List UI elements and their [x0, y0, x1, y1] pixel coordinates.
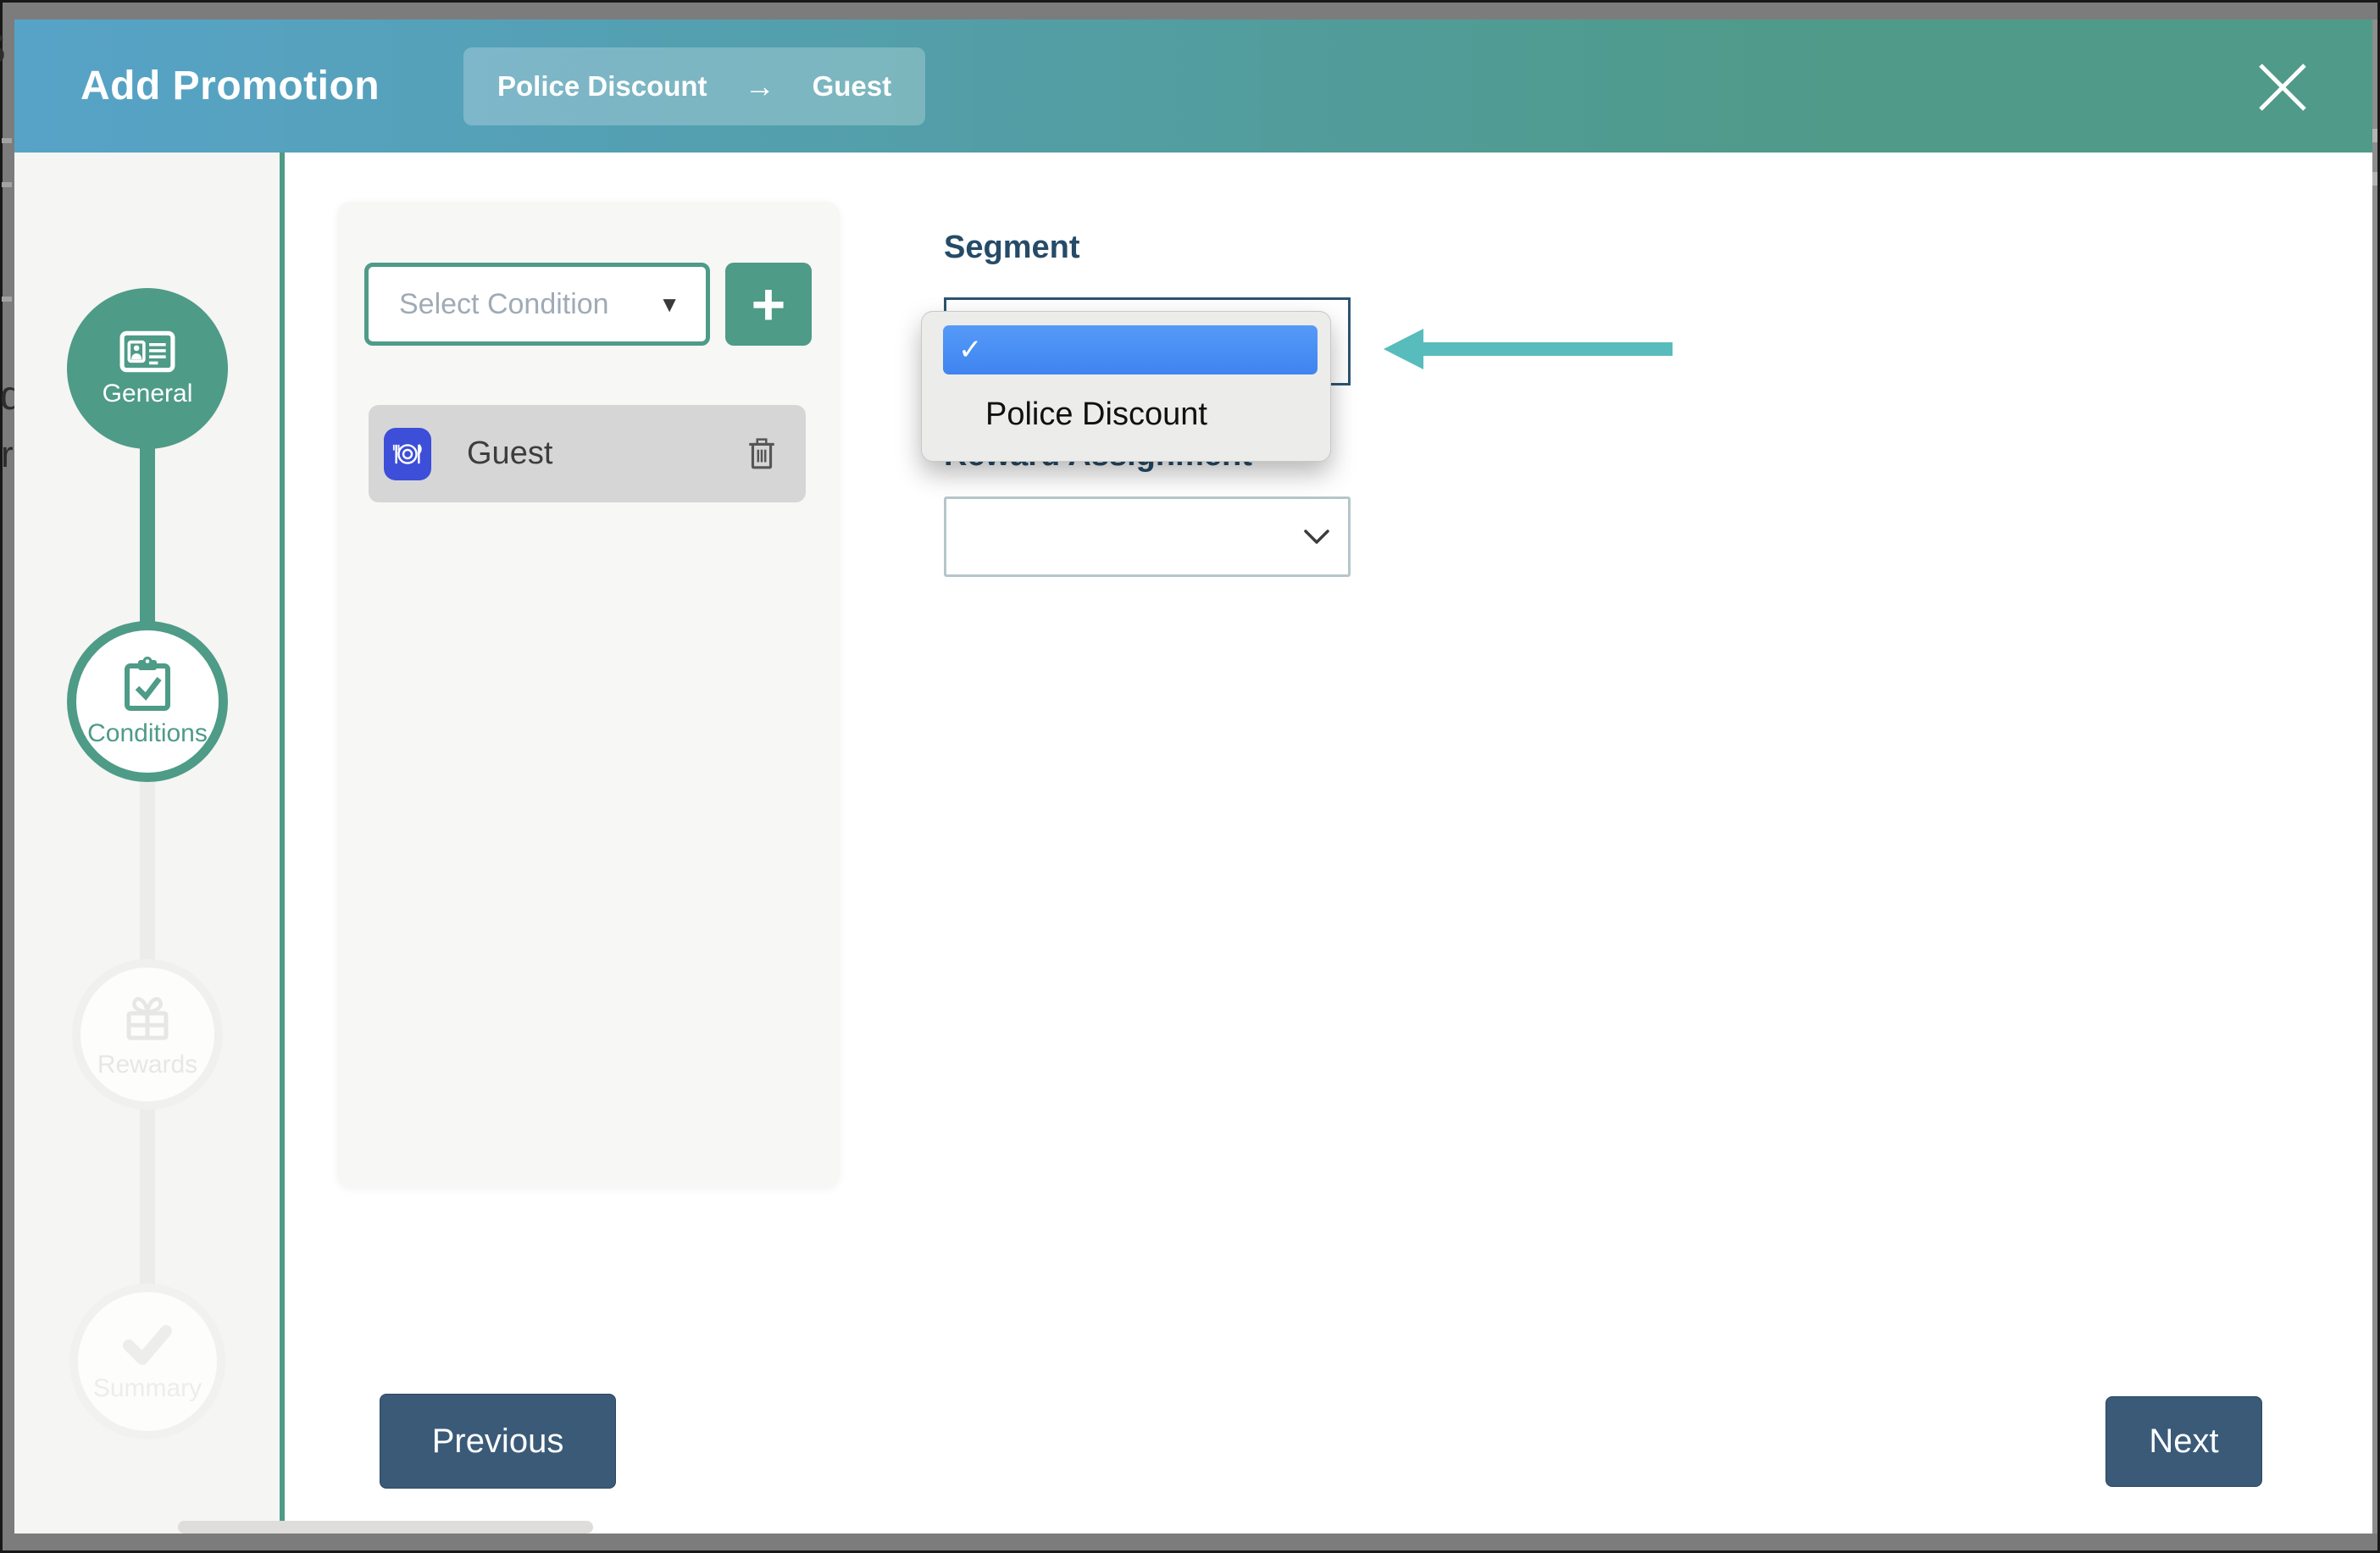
stepper-step-summary[interactable]: Summary: [69, 1284, 225, 1439]
modal-header: Add Promotion Police Discount → Guest: [14, 19, 2372, 153]
condition-item-label: Guest: [467, 435, 746, 472]
stepper-step-rewards[interactable]: Rewards: [72, 959, 223, 1110]
stepper-step-label: Conditions: [87, 721, 208, 746]
next-button[interactable]: Next: [2105, 1396, 2262, 1487]
caret-down-icon: ▼: [658, 291, 680, 318]
stepper-step-general[interactable]: General: [67, 288, 228, 449]
check-icon: ✓: [958, 333, 983, 367]
stepper-step-label: Rewards: [97, 1052, 197, 1078]
background-edge-mark: [2, 297, 12, 302]
annotation-arrow-left-icon: [1384, 329, 1676, 369]
close-icon: [2255, 60, 2310, 114]
background-edge-mark: [2, 138, 12, 143]
breadcrumb-from: Police Discount: [497, 70, 707, 103]
clipboard-check-icon: [123, 657, 172, 713]
previous-button[interactable]: Previous: [380, 1394, 616, 1489]
background-scrollbar-mark: [2372, 172, 2377, 186]
conditions-panel: Select Condition ▼ + Guest: [337, 202, 840, 1188]
breadcrumb: Police Discount → Guest: [463, 47, 925, 125]
segment-dropdown-popup: ✓ Police Discount: [921, 311, 1331, 462]
check-icon: [119, 1322, 175, 1367]
stepper-step-label: Summary: [93, 1376, 202, 1401]
breadcrumb-arrow-icon: →: [745, 69, 775, 104]
chevron-down-icon: [1302, 528, 1331, 546]
stepper-connector: [140, 435, 155, 638]
background-text-fragment: r: [1, 434, 14, 476]
reward-assignment-select[interactable]: [944, 496, 1351, 577]
stepper-step-conditions[interactable]: Conditions: [67, 621, 228, 782]
background-scrollbar-mark: [2372, 129, 2377, 142]
stepper-connector: [140, 780, 155, 971]
stepper-connector: [140, 1108, 155, 1295]
add-condition-button[interactable]: +: [725, 263, 812, 346]
id-card-icon: [119, 330, 175, 373]
modal-title: Add Promotion: [80, 19, 380, 153]
segment-option-police-discount[interactable]: Police Discount: [943, 385, 1318, 444]
screenshot-root: S d r Add Promotion Police Discount → Gu…: [0, 0, 2380, 1553]
close-button[interactable]: [2252, 57, 2313, 118]
gift-icon: [121, 991, 174, 1044]
stepper-step-label: General: [103, 381, 193, 407]
background-edge-mark: [2, 182, 12, 187]
background-scrollbar[interactable]: [2372, 19, 2377, 1534]
sidebar-scrollbar[interactable]: [178, 1521, 593, 1534]
select-condition-placeholder: Select Condition: [399, 288, 658, 321]
trash-icon[interactable]: [746, 437, 777, 471]
breadcrumb-to: Guest: [813, 70, 892, 103]
sidebar-divider: [280, 153, 285, 1534]
condition-item-guest[interactable]: Guest: [369, 405, 806, 502]
segment-option-label: Police Discount: [985, 397, 1207, 433]
select-condition-dropdown[interactable]: Select Condition ▼: [364, 263, 710, 346]
segment-label: Segment: [944, 230, 1079, 266]
add-promotion-modal: Add Promotion Police Discount → Guest: [14, 19, 2372, 1534]
background-text-fragment: S: [0, 24, 6, 75]
dining-icon: [384, 428, 431, 480]
segment-option-blank[interactable]: ✓: [943, 325, 1318, 374]
